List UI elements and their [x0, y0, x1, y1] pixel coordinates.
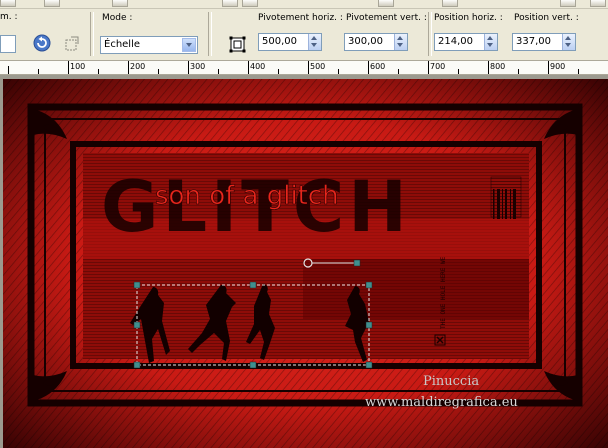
ruler-tick	[368, 61, 369, 74]
website-text: www.maldiregrafica.eu	[365, 395, 518, 410]
ruler-label: 700	[430, 62, 446, 71]
mode-label: Mode :	[102, 13, 133, 23]
pivot-h-value: 500,00	[262, 36, 297, 47]
pos-h-input[interactable]: 214,00	[434, 33, 498, 51]
resize-handle[interactable]	[133, 361, 141, 369]
ruler-tick	[518, 69, 519, 74]
resize-handle[interactable]	[133, 321, 141, 329]
toolbar-button[interactable]	[44, 0, 60, 7]
pivot-h-spinner[interactable]	[308, 34, 321, 50]
signature-text: Pinuccia	[423, 374, 479, 389]
pos-v-spinner[interactable]	[562, 34, 575, 50]
transform-icon[interactable]	[62, 34, 82, 54]
pivot-icon[interactable]	[228, 35, 248, 55]
separator	[208, 12, 212, 56]
pos-h-value: 214,00	[438, 36, 473, 47]
ruler-tick	[98, 69, 99, 74]
ruler-tick	[578, 69, 579, 74]
ruler-label: 200	[130, 62, 146, 71]
ruler-tick	[398, 69, 399, 74]
tool-options-bar: m. : Mode : Échelle Pivotement horiz. : …	[0, 9, 608, 59]
pos-v-label: Position vert. :	[514, 13, 579, 23]
ruler-tick	[338, 69, 339, 74]
left-label: m. :	[0, 12, 18, 22]
title-text: son of a glitch	[155, 181, 339, 211]
ruler-label: 600	[370, 62, 386, 71]
horizontal-ruler[interactable]: 100 200 300 400 500 600 700 800 900	[0, 60, 608, 75]
ruler-tick	[308, 61, 309, 74]
ruler-tick	[248, 61, 249, 74]
left-combo[interactable]	[0, 35, 16, 53]
ruler-tick	[488, 61, 489, 74]
pivot-v-label: Pivotement vert. :	[346, 13, 427, 23]
ruler-label: 400	[250, 62, 266, 71]
resize-handle[interactable]	[365, 321, 373, 329]
pivot-v-value: 300,00	[348, 36, 383, 47]
resize-handle[interactable]	[365, 361, 373, 369]
pivot-h-label: Pivotement horiz. :	[258, 13, 343, 23]
ruler-tick	[158, 69, 159, 74]
ruler-label: 800	[490, 62, 506, 71]
pos-h-spinner[interactable]	[484, 34, 497, 50]
ruler-tick	[458, 69, 459, 74]
ruler-tick	[218, 69, 219, 74]
toolbar-button[interactable]	[590, 0, 606, 7]
ruler-label: 100	[70, 62, 86, 71]
resize-handle[interactable]	[249, 281, 257, 289]
ruler-tick	[38, 69, 39, 74]
resize-handle[interactable]	[133, 281, 141, 289]
top-toolbar-strip	[0, 0, 608, 9]
brightness-button[interactable]	[378, 0, 394, 7]
pos-h-label: Position horiz. :	[434, 13, 503, 23]
pivot-h-input[interactable]: 500,00	[258, 33, 322, 51]
brightness-button-2[interactable]	[442, 0, 458, 7]
ruler-label: 500	[310, 62, 326, 71]
ruler-tick	[428, 61, 429, 74]
resize-handle[interactable]	[365, 281, 373, 289]
pivot-v-spinner[interactable]	[394, 34, 407, 50]
ruler-tick	[278, 69, 279, 74]
separator	[428, 12, 432, 56]
mode-select[interactable]: Échelle	[100, 36, 198, 54]
toolbar-button[interactable]	[242, 0, 258, 7]
chevron-down-icon[interactable]	[182, 38, 196, 52]
ruler-label: 300	[190, 62, 206, 71]
mode-value: Échelle	[104, 39, 141, 50]
resize-handle[interactable]	[249, 361, 257, 369]
side-text: THE ONE HOLE HERE WE	[440, 256, 447, 329]
pivot-v-input[interactable]: 300,00	[344, 33, 408, 51]
toolbar-button[interactable]	[112, 0, 128, 7]
ruler-tick	[8, 66, 9, 74]
reset-icon[interactable]	[32, 33, 52, 53]
ruler-label: 900	[550, 62, 566, 71]
ruler-tick	[548, 61, 549, 74]
pos-v-value: 337,00	[516, 36, 551, 47]
pos-v-input[interactable]: 337,00	[512, 33, 576, 51]
toolbar-button[interactable]	[0, 0, 16, 7]
ruler-tick	[68, 61, 69, 74]
ruler-tick	[128, 61, 129, 74]
separator	[90, 12, 94, 56]
toolbar-button[interactable]	[560, 0, 576, 7]
image-canvas[interactable]: GLITCH son of a glitch THE ONE HOLE HERE…	[3, 79, 608, 448]
toolbar-button[interactable]	[222, 0, 238, 7]
ruler-tick	[188, 61, 189, 74]
